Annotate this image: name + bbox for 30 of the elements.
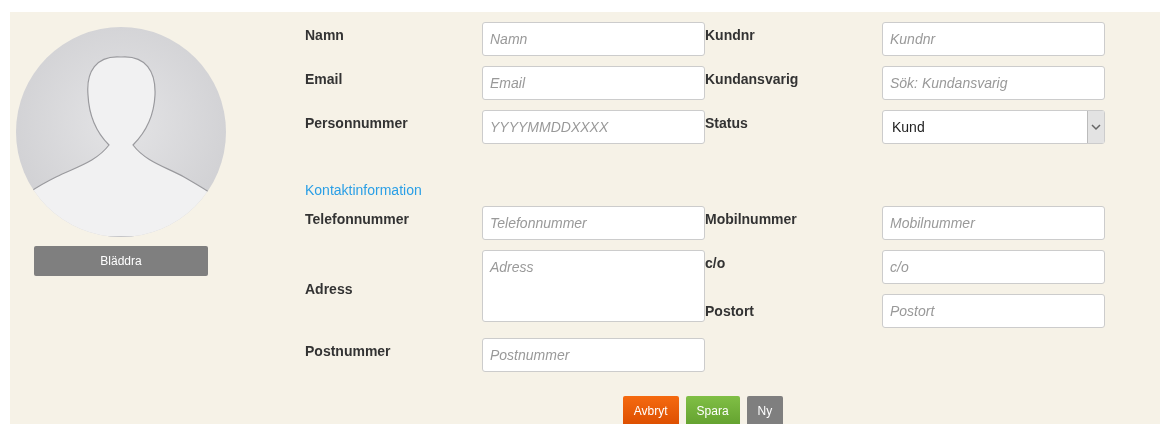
field-label: Mobilnummer xyxy=(705,210,798,227)
new-button[interactable]: Ny xyxy=(746,396,784,424)
field-label: Personnummer xyxy=(305,114,409,131)
cancel-button[interactable]: Avbryt xyxy=(622,396,679,424)
text-field[interactable]: c/o xyxy=(882,250,1105,284)
field-label: Postort xyxy=(705,303,755,319)
field-label: Adress xyxy=(305,281,354,297)
text-field[interactable]: Telefonnummer xyxy=(482,206,705,240)
save-button[interactable]: Spara xyxy=(685,396,740,424)
text-field[interactable]: Postnummer xyxy=(482,338,705,372)
text-field[interactable]: YYYYMMDDXXXX xyxy=(482,110,705,144)
field-label: Kundansvarig xyxy=(705,70,800,87)
field-label: Status xyxy=(705,114,749,131)
field-label: c/o xyxy=(705,254,727,271)
chevron-down-icon xyxy=(1091,123,1101,131)
text-field[interactable]: Sök: Kundansvarig xyxy=(882,66,1105,100)
status-dropdown[interactable]: Kund xyxy=(882,110,1105,144)
text-field[interactable]: Postort xyxy=(882,294,1105,328)
section-heading: Kontaktinformation xyxy=(305,182,422,199)
field-label: Postnummer xyxy=(305,342,392,359)
browse-button[interactable]: Bläddra xyxy=(34,246,208,276)
text-field[interactable]: Email xyxy=(482,66,705,100)
field-label: Email xyxy=(305,70,344,87)
text-field[interactable]: Kundnr xyxy=(882,22,1105,56)
text-field[interactable]: Namn xyxy=(482,22,705,56)
field-label: Namn xyxy=(305,26,345,43)
text-area[interactable]: Adress xyxy=(482,250,705,322)
text-field[interactable]: Mobilnummer xyxy=(882,206,1105,240)
field-label: Kundnr xyxy=(705,26,756,43)
field-label: Telefonnummer xyxy=(305,210,410,227)
